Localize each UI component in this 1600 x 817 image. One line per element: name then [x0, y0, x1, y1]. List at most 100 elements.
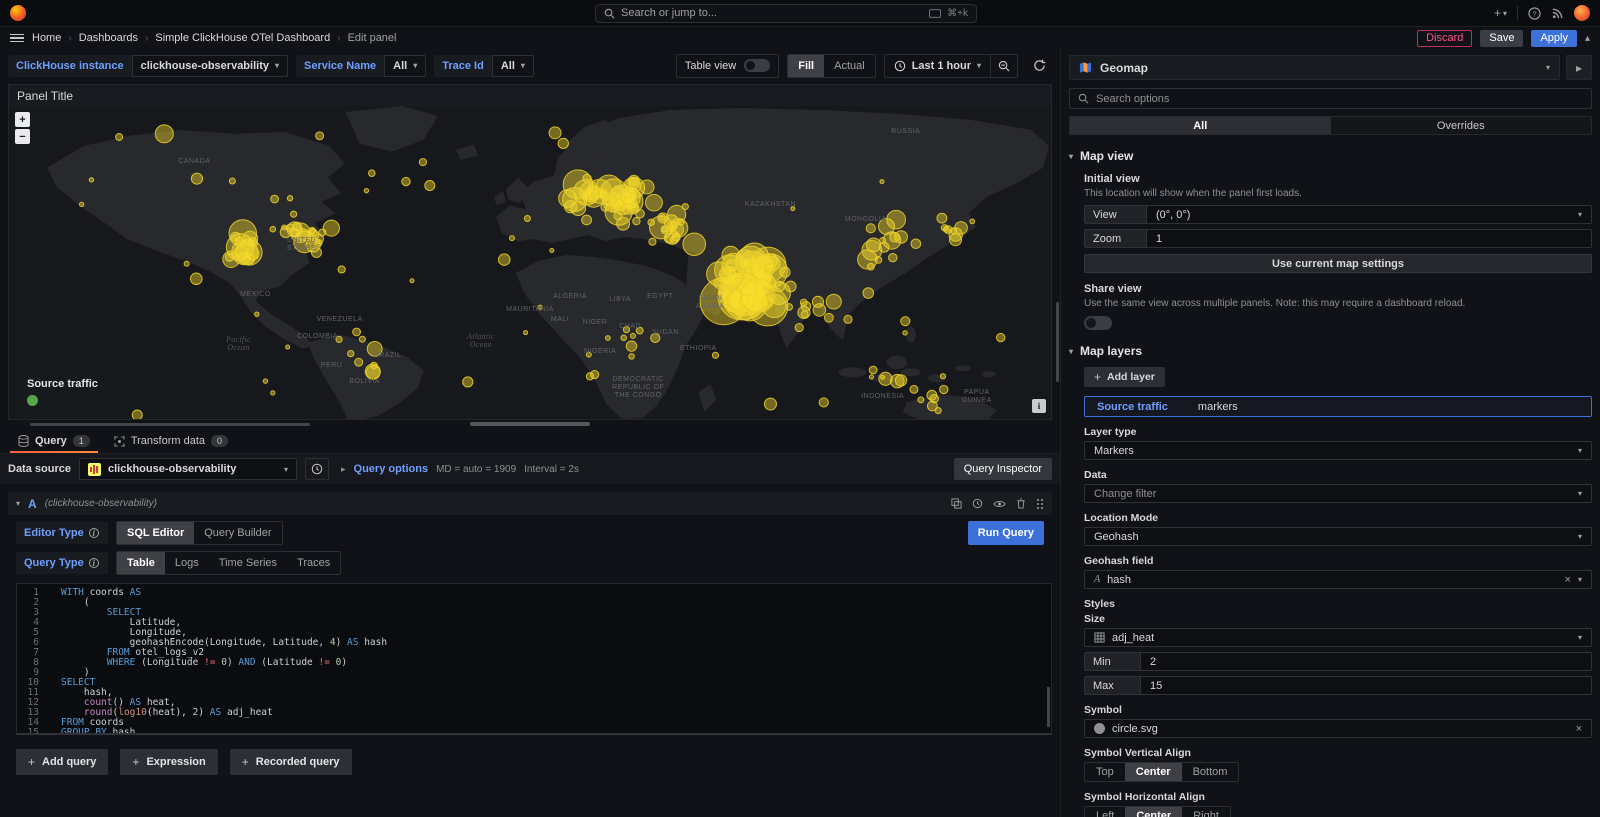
refresh-button[interactable]: [1026, 54, 1052, 78]
chevron-down-icon: ▾: [1069, 347, 1073, 356]
zoom-input[interactable]: 1: [1146, 229, 1592, 248]
search-placeholder: Search or jump to...: [621, 7, 923, 19]
horizontal-scrollbar[interactable]: [30, 423, 310, 426]
share-view-label: Share view: [1084, 283, 1592, 295]
history-icon[interactable]: [972, 498, 983, 509]
hide-eye-icon[interactable]: [993, 499, 1006, 509]
breadcrumb-dashboards[interactable]: Dashboards: [79, 32, 138, 44]
layer-type-select[interactable]: Markers▾: [1084, 441, 1592, 460]
share-view-toggle[interactable]: [1084, 316, 1112, 330]
vertical-scrollbar[interactable]: [1056, 302, 1059, 382]
variable-value-dropdown[interactable]: All▾: [492, 55, 534, 77]
time-range-button[interactable]: Last 1 hour▾: [885, 60, 990, 72]
info-icon: i: [89, 528, 99, 538]
variable-value-dropdown[interactable]: clickhouse-observability▾: [132, 55, 288, 77]
add-menu-button[interactable]: +▾: [1494, 6, 1507, 20]
search-input[interactable]: Search or jump to... ⌘+k: [595, 4, 977, 23]
time-series-option[interactable]: Time Series: [209, 552, 287, 574]
traces-option[interactable]: Traces: [287, 552, 340, 574]
chevron-right-icon[interactable]: ▸: [341, 464, 346, 475]
table-option[interactable]: Table: [117, 552, 165, 574]
symbol-select[interactable]: circle.svg ×: [1084, 719, 1592, 738]
zoom-label: Zoom: [1084, 229, 1146, 248]
visualization-picker[interactable]: Geomap ▾: [1069, 55, 1560, 80]
news-icon[interactable]: [1551, 7, 1564, 20]
toggle-switch[interactable]: [744, 59, 770, 72]
delete-trash-icon[interactable]: [1016, 498, 1026, 509]
halign-left-option[interactable]: Left: [1085, 807, 1125, 817]
sql-editor-option[interactable]: SQL Editor: [117, 522, 194, 544]
use-current-map-settings-button[interactable]: Use current map settings: [1084, 254, 1592, 273]
dashboard-variables-toolbar: ClickHouse instance clickhouse-observabi…: [0, 49, 1060, 82]
fill-option[interactable]: Fill: [788, 55, 824, 77]
datasource-select[interactable]: clickhouse-observability ▾: [79, 458, 297, 480]
add-layer-button[interactable]: +Add layer: [1084, 367, 1165, 387]
editor-type-row: Editor Typei SQL Editor Query Builder Ru…: [16, 521, 1052, 545]
map-layers-header[interactable]: ▾ Map layers: [1069, 344, 1592, 358]
query-options-link[interactable]: Query options: [354, 463, 429, 475]
valign-top-option[interactable]: Top: [1085, 763, 1125, 781]
tab-query[interactable]: Query 1: [8, 435, 100, 453]
valign-bottom-option[interactable]: Bottom: [1182, 763, 1239, 781]
user-avatar[interactable]: [1574, 5, 1590, 21]
actual-option[interactable]: Actual: [824, 55, 875, 77]
menu-icon[interactable]: [10, 34, 24, 43]
datasource-help-button[interactable]: [305, 458, 329, 480]
tab-all[interactable]: All: [1070, 117, 1331, 134]
data-label: Data: [1084, 469, 1592, 481]
data-select[interactable]: Change filter▾: [1084, 484, 1592, 503]
view-select[interactable]: (0°, 0°)▾: [1146, 205, 1592, 224]
add-query-button[interactable]: +Add query: [16, 749, 108, 775]
collapse-query-chevron-icon[interactable]: ▾: [16, 499, 20, 508]
apply-button[interactable]: Apply: [1531, 30, 1577, 47]
location-mode-select[interactable]: Geohash▾: [1084, 527, 1592, 546]
map-zoom-in-button[interactable]: +: [15, 112, 30, 127]
layer-item-source-traffic[interactable]: Source traffic markers: [1084, 396, 1592, 417]
query-inspector-button[interactable]: Query Inspector: [954, 458, 1052, 480]
variable-value-dropdown[interactable]: All▾: [384, 55, 426, 77]
duplicate-icon[interactable]: [951, 498, 962, 509]
min-input[interactable]: 2: [1140, 652, 1592, 671]
logs-option[interactable]: Logs: [165, 552, 209, 574]
map-attribution-button[interactable]: i: [1032, 399, 1046, 413]
table-view-toggle[interactable]: Table view: [676, 54, 779, 78]
query-builder-option[interactable]: Query Builder: [194, 522, 281, 544]
clear-icon[interactable]: ×: [1565, 574, 1571, 586]
circle-symbol-icon: [1094, 723, 1105, 734]
map-zoom-out-button[interactable]: −: [15, 129, 30, 144]
options-search-input[interactable]: Search options: [1069, 88, 1592, 109]
geohash-field-select[interactable]: A hash × ▾: [1084, 570, 1592, 589]
run-query-button[interactable]: Run Query: [968, 521, 1044, 545]
valign-center-option[interactable]: Center: [1125, 763, 1182, 781]
time-zoom-out-button[interactable]: [990, 55, 1017, 77]
halign-center-option[interactable]: Center: [1125, 807, 1182, 817]
tab-transform-data[interactable]: Transform data 0: [104, 435, 238, 453]
breadcrumb-dashboard-name[interactable]: Simple ClickHouse OTel Dashboard: [155, 32, 330, 44]
splitter-drag-handle[interactable]: [470, 422, 590, 426]
expression-button[interactable]: +Expression: [120, 749, 217, 775]
tab-overrides[interactable]: Overrides: [1331, 117, 1592, 134]
query-row-header[interactable]: ▾ A (clickhouse-observability): [8, 492, 1052, 515]
breadcrumb-home[interactable]: Home: [32, 32, 61, 44]
save-button[interactable]: Save: [1480, 30, 1523, 47]
grafana-logo-icon[interactable]: [10, 5, 26, 21]
collapse-pane-button[interactable]: ▸: [1566, 55, 1592, 80]
view-field: View (0°, 0°)▾: [1084, 205, 1592, 224]
discard-button[interactable]: Discard: [1417, 30, 1472, 47]
editor-scrollbar[interactable]: [1047, 687, 1050, 727]
sql-code-editor[interactable]: 1WITH coords AS2 (3 SELECT4 Latitude,5 L…: [16, 583, 1052, 735]
size-field-select[interactable]: adj_heat ▾: [1084, 628, 1592, 647]
drag-handle-icon[interactable]: [1036, 498, 1044, 510]
datasource-label: Data source: [8, 463, 71, 475]
clear-icon[interactable]: ×: [1576, 723, 1582, 735]
panel-options-sidebar: Geomap ▾ ▸ Search options All Overrides …: [1060, 49, 1600, 817]
halign-right-option[interactable]: Right: [1182, 807, 1230, 817]
chevron-down-icon: ▾: [275, 61, 279, 70]
collapse-chevron-icon[interactable]: ▴: [1585, 33, 1590, 44]
panel-title[interactable]: Panel Title: [9, 85, 1051, 106]
max-input[interactable]: 15: [1140, 676, 1592, 695]
help-icon[interactable]: ?: [1528, 7, 1541, 20]
recorded-query-button[interactable]: +Recorded query: [230, 749, 352, 775]
map-view-header[interactable]: ▾ Map view: [1069, 149, 1592, 163]
geomap-canvas[interactable]: RUSSIACANADAUNITED STATESMEXICOVENEZUELA…: [9, 106, 1051, 419]
